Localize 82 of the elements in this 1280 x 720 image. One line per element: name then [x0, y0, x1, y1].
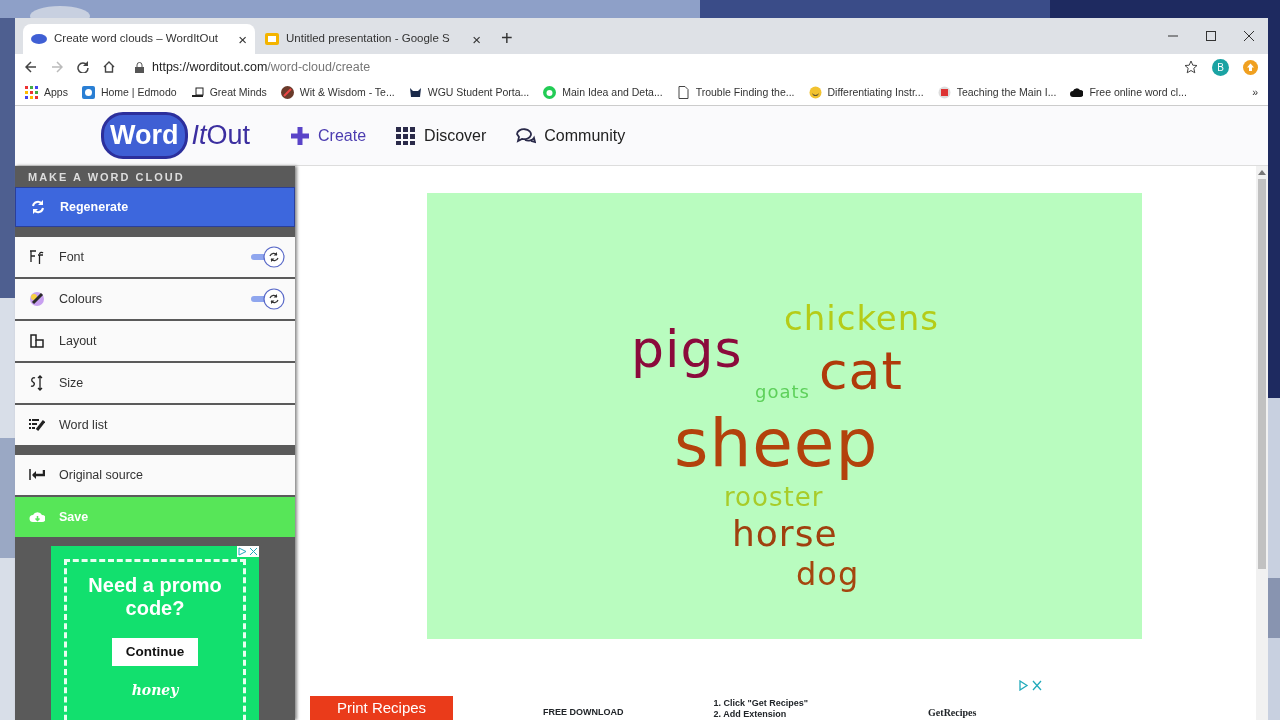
- nav-link[interactable]: Community: [516, 123, 626, 148]
- advert-text: FREE DOWNLOAD: [543, 705, 624, 719]
- bookmark-icon: [543, 86, 557, 99]
- cloud-word: horse: [732, 513, 838, 556]
- toggle-switch[interactable]: [251, 288, 285, 310]
- bookmark-link[interactable]: Free online word cl...: [1089, 84, 1187, 101]
- panel-item[interactable]: Font: [15, 237, 295, 277]
- close-icon[interactable]: ×: [238, 31, 247, 47]
- advert-card[interactable]: Need a promo code? Continue honey: [51, 546, 259, 720]
- bookmark-icon: [81, 86, 95, 99]
- plus-icon: [290, 125, 311, 146]
- layout-icon: [29, 333, 45, 349]
- more-bookmarks-button[interactable]: »: [1252, 84, 1258, 101]
- close-icon[interactable]: [1244, 31, 1254, 41]
- panel-button[interactable]: Regenerate: [15, 187, 295, 227]
- bookmark-link[interactable]: Great Minds: [209, 84, 267, 101]
- slides-icon: [265, 33, 279, 45]
- bookmark-link[interactable]: Wit & Wisdom - Te...: [299, 84, 395, 101]
- chat-icon: [516, 125, 537, 146]
- bookmark-link[interactable]: Teaching the Main I...: [956, 84, 1057, 101]
- bookmark-link[interactable]: Main Idea and Deta...: [562, 84, 663, 101]
- nav-link[interactable]: Create: [290, 123, 367, 148]
- bookmark-icon: [280, 86, 294, 99]
- scrollbar[interactable]: [1256, 166, 1268, 720]
- page-icon: [676, 86, 690, 99]
- apps-icon: [25, 86, 38, 99]
- lock-icon: [135, 61, 144, 73]
- panel-button[interactable]: Layout: [15, 321, 295, 361]
- home-icon[interactable]: [103, 61, 115, 73]
- scroll-up-icon[interactable]: [1258, 170, 1266, 175]
- close-icon[interactable]: ×: [472, 31, 481, 47]
- back-icon[interactable]: [25, 61, 37, 73]
- bookmark-icon: [190, 86, 204, 99]
- cloud-word: sheep: [674, 405, 879, 483]
- cloud-word: rooster: [724, 482, 824, 513]
- browser-tab[interactable]: Untitled presentation - Google S ×: [257, 24, 489, 54]
- owl-icon: [408, 86, 422, 99]
- cloud-word: cat: [819, 341, 903, 402]
- maximize-icon[interactable]: [1206, 31, 1216, 41]
- new-tab-button[interactable]: +: [491, 28, 523, 54]
- bookmark-link[interactable]: Home | Edmodo: [100, 84, 177, 101]
- nav-link[interactable]: Discover: [396, 123, 487, 148]
- site-icon: [31, 34, 47, 44]
- advert-logo: GetRecipes: [928, 706, 977, 720]
- ad-choices-icon[interactable]: [237, 546, 259, 557]
- advert-step: 1. Click "Get Recipes": [713, 698, 809, 710]
- cloud-word: goats: [755, 381, 810, 403]
- address-bar[interactable]: https://worditout.com/word-cloud/create: [152, 57, 371, 77]
- reload-icon[interactable]: [77, 61, 89, 73]
- bookmark-link[interactable]: WGU Student Porta...: [427, 84, 530, 101]
- toggle-switch[interactable]: [251, 246, 285, 268]
- bookmark-link[interactable]: Apps: [44, 84, 68, 101]
- print-recipes-button[interactable]: Print Recipes: [310, 696, 453, 720]
- browser-tab[interactable]: Create word clouds – WordItOut ×: [23, 24, 255, 54]
- return-arrow-icon: [29, 467, 45, 483]
- refresh-icon: [30, 199, 46, 215]
- panel-button[interactable]: Size: [15, 363, 295, 403]
- cloud-word: pigs: [631, 319, 743, 380]
- scrollbar-thumb[interactable]: [1258, 179, 1266, 569]
- list-edit-icon: [29, 417, 45, 433]
- cloud-download-icon: [29, 509, 45, 525]
- cloud-word: dog: [796, 556, 860, 594]
- advert-logo: honey: [131, 681, 179, 701]
- advert-headline: Need a promo code?: [87, 574, 223, 620]
- star-icon[interactable]: [1184, 60, 1198, 74]
- grid-icon: [396, 125, 417, 146]
- panel-heading: MAKE A WORD CLOUD: [27, 170, 186, 185]
- font-icon: [29, 249, 45, 265]
- size-icon: [29, 375, 45, 391]
- ad-choices-icon[interactable]: [1018, 680, 1042, 691]
- bookmark-link[interactable]: Trouble Finding the...: [695, 84, 795, 101]
- bookmark-icon: [937, 86, 951, 99]
- paintbrush-icon: [29, 291, 45, 307]
- continue-button[interactable]: Continue: [111, 638, 199, 667]
- cloud-icon: [1070, 86, 1084, 99]
- cloud-word: chickens: [784, 299, 940, 339]
- panel-button[interactable]: Word list: [15, 405, 295, 445]
- advert-step: 2. Add Extension: [713, 709, 809, 720]
- panel-button[interactable]: Original source: [15, 455, 295, 495]
- bookmark-link[interactable]: Differentiating Instr...: [827, 84, 924, 101]
- panel-item[interactable]: Colours: [15, 279, 295, 319]
- smiley-icon: [808, 86, 822, 99]
